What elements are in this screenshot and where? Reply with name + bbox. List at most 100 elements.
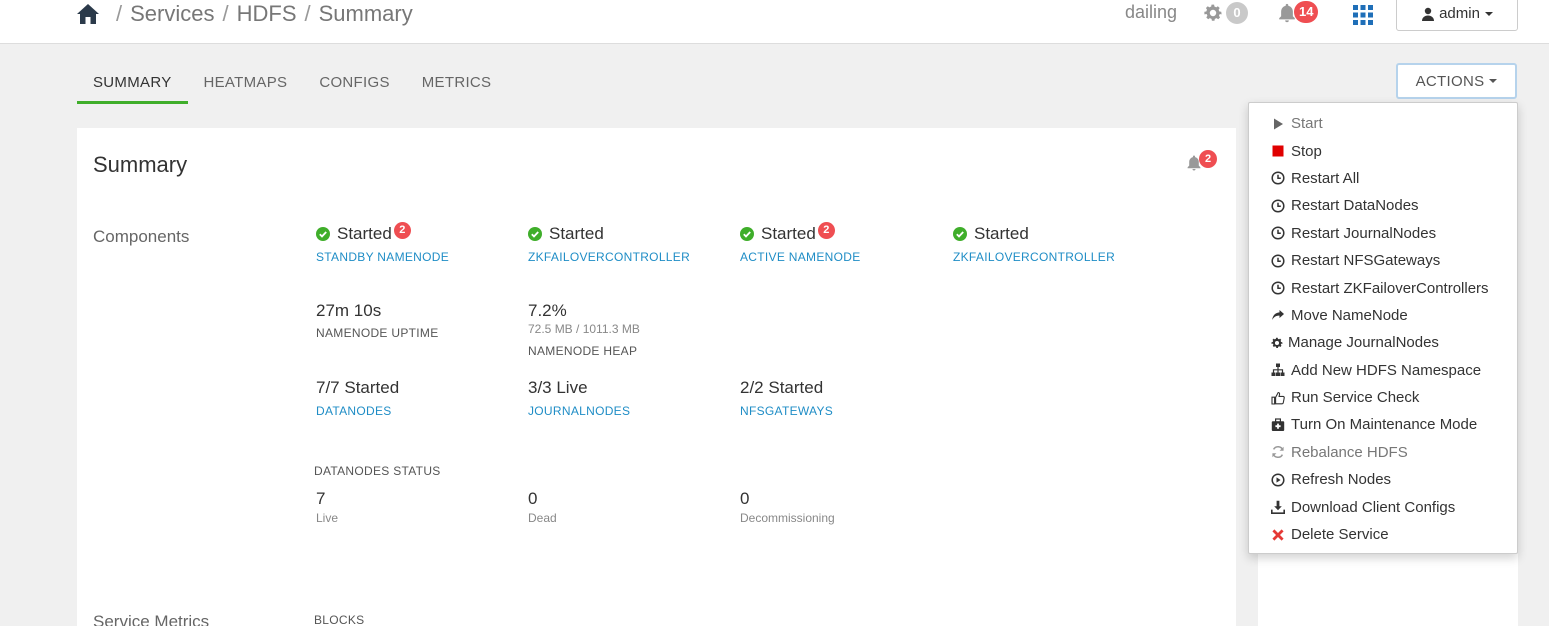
- menu-item-label: Manage JournalNodes: [1288, 334, 1439, 352]
- menu-item-label: Restart DataNodes: [1291, 197, 1419, 215]
- journalnodes-link[interactable]: JOURNALNODES: [528, 404, 630, 418]
- menu-item-label: Turn On Maintenance Mode: [1291, 416, 1478, 434]
- tab-configs[interactable]: CONFIGS: [303, 66, 405, 104]
- breadcrumb-services[interactable]: Services: [130, 1, 214, 27]
- journalnodes-value: 3/3 Live: [528, 378, 588, 397]
- component-status: Started: [549, 224, 604, 243]
- component-link[interactable]: ZKFAILOVERCONTROLLER: [953, 250, 1115, 264]
- apps-grid-icon[interactable]: [1352, 4, 1374, 26]
- tab-metrics[interactable]: METRICS: [406, 66, 508, 104]
- datanodes-status-heading: DATANODES STATUS: [314, 464, 441, 478]
- menu-item-delete-service[interactable]: Delete Service: [1249, 521, 1517, 548]
- breadcrumb-hdfs[interactable]: HDFS: [237, 1, 297, 27]
- menu-item-download-configs[interactable]: Download Client Configs: [1249, 493, 1517, 520]
- menu-item-label: Stop: [1291, 142, 1322, 160]
- components-label: Components: [93, 227, 190, 246]
- cog-icon: [1271, 337, 1283, 348]
- tab-heatmaps[interactable]: HEATMAPS: [188, 66, 304, 104]
- component-zkfc-1: Started ZKFAILOVERCONTROLLER: [528, 224, 690, 264]
- ops-count-badge: 0: [1226, 2, 1248, 24]
- blocks-heading: BLOCKS: [314, 613, 365, 626]
- check-circle-icon: [953, 227, 967, 241]
- caret-down-icon: [1489, 79, 1498, 83]
- menu-item-label: Run Service Check: [1291, 389, 1420, 407]
- datanodes-decommissioning: 0 Decommissioning: [740, 489, 835, 525]
- namenode-uptime: 27m 10s NAMENODE UPTIME: [316, 301, 439, 340]
- heap-label: NAMENODE HEAP: [528, 344, 638, 358]
- component-active-namenode: Started 2 ACTIVE NAMENODE: [740, 221, 861, 264]
- datanodes-dead: 0 Dead: [528, 489, 557, 525]
- alerts-indicator[interactable]: 14: [1276, 1, 1319, 24]
- component-zkfc-2: Started ZKFAILOVERCONTROLLER: [953, 224, 1115, 264]
- stop-icon: [1272, 145, 1284, 157]
- datanodes-live: 7 Live: [316, 489, 338, 525]
- menu-item-maintenance-mode[interactable]: Turn On Maintenance Mode: [1249, 411, 1517, 438]
- alerts-count-badge: 14: [1294, 1, 1319, 23]
- uptime-label: NAMENODE UPTIME: [316, 326, 439, 340]
- nfsgateways-link[interactable]: NFSGATEWAYS: [740, 404, 833, 418]
- share-arrow-icon: [1272, 310, 1284, 321]
- menu-item-restart-journalnodes[interactable]: Restart JournalNodes: [1249, 220, 1517, 247]
- menu-item-refresh-nodes[interactable]: Refresh Nodes: [1249, 466, 1517, 493]
- menu-item-start[interactable]: Start: [1249, 110, 1517, 137]
- component-link[interactable]: ZKFAILOVERCONTROLLER: [528, 250, 690, 264]
- menu-item-restart-all[interactable]: Restart All: [1249, 165, 1517, 192]
- decommissioning-value: 0: [740, 489, 750, 508]
- menu-item-add-namespace[interactable]: Add New HDFS Namespace: [1249, 357, 1517, 384]
- menu-item-label: Refresh Nodes: [1291, 471, 1392, 489]
- menu-item-label: Restart JournalNodes: [1291, 224, 1437, 242]
- check-circle-icon: [740, 227, 754, 241]
- menu-item-label: Restart NFSGateways: [1291, 252, 1441, 270]
- service-metrics-label: Service Metrics: [93, 612, 210, 626]
- breadcrumb-summary: Summary: [318, 1, 413, 26]
- home-icon[interactable]: [76, 3, 100, 25]
- component-alert-badge[interactable]: 2: [393, 221, 411, 239]
- menu-item-move-namenode[interactable]: Move NameNode: [1249, 302, 1517, 329]
- menu-item-manage-journalnodes[interactable]: Manage JournalNodes: [1249, 329, 1517, 356]
- decommissioning-label: Decommissioning: [740, 511, 835, 525]
- dead-label: Dead: [528, 511, 557, 525]
- component-status: Started: [337, 224, 392, 243]
- component-alert-badge[interactable]: 2: [817, 221, 835, 239]
- clock-icon: [1271, 254, 1285, 268]
- check-circle-icon: [528, 227, 542, 241]
- background-ops-indicator[interactable]: 0: [1202, 2, 1248, 24]
- menu-item-stop[interactable]: Stop: [1249, 137, 1517, 164]
- menu-item-rebalance-hdfs[interactable]: Rebalance HDFS: [1249, 439, 1517, 466]
- breadcrumb-separator: /: [222, 1, 229, 26]
- summary-alerts[interactable]: 2: [1185, 150, 1217, 172]
- component-status: Started: [974, 224, 1029, 243]
- thumbs-up-icon: [1271, 391, 1285, 405]
- clock-icon: [1271, 281, 1285, 295]
- clock-icon: [1271, 171, 1285, 186]
- live-value: 7: [316, 489, 326, 508]
- breadcrumb-separator: /: [116, 1, 123, 26]
- live-label: Live: [316, 511, 339, 525]
- breadcrumb: / Services / HDFS / Summary: [76, 0, 413, 28]
- datanodes-value: 7/7 Started: [316, 378, 400, 397]
- remove-icon: [1272, 528, 1284, 541]
- menu-item-label: Start: [1291, 115, 1323, 133]
- menu-item-label: Delete Service: [1291, 526, 1389, 544]
- cluster-name[interactable]: dailing: [1125, 2, 1177, 23]
- heap-detail: 72.5 MB / 1011.3 MB: [528, 322, 640, 336]
- service-tabs: SUMMARY HEATMAPS CONFIGS METRICS: [77, 66, 507, 104]
- user-menu-button[interactable]: admin: [1396, 0, 1518, 31]
- menu-item-service-check[interactable]: Run Service Check: [1249, 384, 1517, 411]
- component-link[interactable]: ACTIVE NAMENODE: [740, 250, 861, 264]
- component-link[interactable]: STANDBY NAMENODE: [316, 250, 449, 264]
- menu-item-restart-datanodes[interactable]: Restart DataNodes: [1249, 192, 1517, 219]
- menu-item-restart-zkfc[interactable]: Restart ZKFailoverControllers: [1249, 274, 1517, 301]
- clock-icon: [1271, 226, 1285, 240]
- tab-summary[interactable]: SUMMARY: [77, 66, 188, 104]
- uptime-value: 27m 10s: [316, 301, 382, 320]
- datanodes-link[interactable]: DATANODES: [316, 404, 399, 418]
- medkit-icon: [1271, 418, 1285, 431]
- play-icon: [1274, 118, 1283, 130]
- summary-title: Summary: [93, 152, 188, 177]
- sitemap-icon: [1271, 363, 1285, 377]
- actions-button[interactable]: ACTIONS: [1396, 63, 1517, 99]
- actions-label: ACTIONS: [1415, 72, 1485, 90]
- menu-item-restart-nfsgateways[interactable]: Restart NFSGateways: [1249, 247, 1517, 274]
- check-circle-icon: [316, 227, 330, 241]
